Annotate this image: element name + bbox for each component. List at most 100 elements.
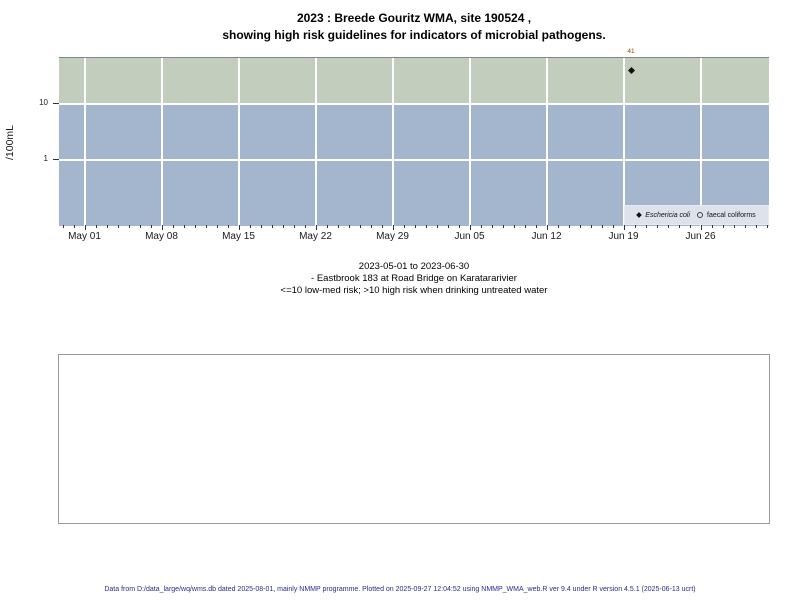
x-tick-label: May 22 (299, 231, 332, 242)
x-major-tick (316, 225, 317, 230)
x-minor-tick (404, 225, 405, 228)
x-major-tick (470, 225, 471, 230)
x-major-tick (393, 225, 394, 230)
x-minor-tick (668, 225, 669, 228)
x-minor-tick (767, 225, 768, 228)
chart-title-line1: 2023 : Breede Gouritz WMA, site 190524 , (29, 10, 799, 27)
x-minor-tick (503, 225, 504, 228)
x-tick-label: May 08 (145, 231, 178, 242)
x-minor-tick (481, 225, 482, 228)
x-major-tick (701, 225, 702, 230)
open-circle-icon (697, 212, 703, 218)
vertical-gridline (84, 58, 86, 226)
x-minor-tick (415, 225, 416, 228)
x-minor-tick (63, 225, 64, 228)
x-minor-tick (448, 225, 449, 228)
x-minor-tick (459, 225, 460, 228)
x-minor-tick (690, 225, 691, 228)
empty-second-panel (58, 354, 770, 524)
x-major-tick (85, 225, 86, 230)
x-minor-tick (173, 225, 174, 228)
x-minor-tick (250, 225, 251, 228)
x-minor-tick (756, 225, 757, 228)
x-tick-label: Jun 19 (608, 231, 638, 242)
x-minor-tick (613, 225, 614, 228)
gridline-y10 (59, 103, 769, 105)
legend-label-ecoli: Eschericia coli (645, 212, 690, 219)
legend: Eschericia coli faecal coliforms (624, 205, 769, 225)
vertical-gridline (238, 58, 240, 226)
x-minor-tick (360, 225, 361, 228)
x-minor-tick (635, 225, 636, 228)
legend-entry-ecoli: Eschericia coli (637, 212, 690, 219)
high-risk-band (59, 58, 769, 104)
chart-panel (59, 57, 769, 226)
chart-title-line2: showing high risk guidelines for indicat… (29, 27, 799, 44)
x-minor-tick (437, 225, 438, 228)
x-minor-tick (569, 225, 570, 228)
x-minor-tick (195, 225, 196, 228)
x-minor-tick (723, 225, 724, 228)
x-major-tick (547, 225, 548, 230)
vertical-gridline (623, 58, 625, 226)
chart-caption: 2023-05-01 to 2023-06-30 - Eastbrook 183… (29, 261, 799, 297)
x-minor-tick (558, 225, 559, 228)
vertical-gridline (161, 58, 163, 226)
x-minor-tick (602, 225, 603, 228)
x-minor-tick (646, 225, 647, 228)
x-minor-tick (96, 225, 97, 228)
x-minor-tick (272, 225, 273, 228)
chart-title: 2023 : Breede Gouritz WMA, site 190524 ,… (29, 10, 799, 44)
x-tick-label: Jun 12 (531, 231, 561, 242)
x-minor-tick (294, 225, 295, 228)
gridline-y1 (59, 159, 769, 161)
legend-entry-faecal-coliforms: faecal coliforms (697, 212, 756, 219)
x-axis: May 01 May 08 May 15 May 22 May 29 Jun 05 Jun … (0, 225, 800, 247)
x-minor-tick (679, 225, 680, 228)
plot-page: 2023 : Breede Gouritz WMA, site 190524 ,… (0, 0, 800, 600)
x-minor-tick (184, 225, 185, 228)
vertical-gridline (546, 58, 548, 226)
x-minor-tick (382, 225, 383, 228)
x-minor-tick (536, 225, 537, 228)
legend-label-faecal-coliforms: faecal coliforms (707, 212, 756, 219)
x-minor-tick (426, 225, 427, 228)
x-tick-label: May 15 (222, 231, 255, 242)
x-minor-tick (734, 225, 735, 228)
x-minor-tick (305, 225, 306, 228)
y-tick-10 (53, 103, 59, 104)
x-major-tick (239, 225, 240, 230)
x-minor-tick (338, 225, 339, 228)
x-minor-tick (492, 225, 493, 228)
x-minor-tick (327, 225, 328, 228)
x-tick-label: Jun 26 (685, 231, 715, 242)
x-minor-tick (140, 225, 141, 228)
x-minor-tick (206, 225, 207, 228)
x-minor-tick (151, 225, 152, 228)
x-minor-tick (591, 225, 592, 228)
vertical-gridline (392, 58, 394, 226)
filled-diamond-icon (636, 212, 642, 218)
x-minor-tick (580, 225, 581, 228)
x-minor-tick (525, 225, 526, 228)
x-tick-label: May 01 (68, 231, 101, 242)
y-tick-1 (53, 159, 59, 160)
x-minor-tick (217, 225, 218, 228)
data-point-value-label: 41 (627, 48, 634, 55)
footer-provenance-text: Data from D:/data_large/wq/wms.db dated … (0, 586, 800, 593)
vertical-gridline (315, 58, 317, 226)
x-minor-tick (514, 225, 515, 228)
x-minor-tick (74, 225, 75, 228)
x-major-tick (624, 225, 625, 230)
x-tick-label: May 29 (376, 231, 409, 242)
x-minor-tick (228, 225, 229, 228)
x-minor-tick (712, 225, 713, 228)
x-minor-tick (261, 225, 262, 228)
x-minor-tick (129, 225, 130, 228)
x-minor-tick (745, 225, 746, 228)
x-minor-tick (107, 225, 108, 228)
x-tick-label: Jun 05 (454, 231, 484, 242)
x-minor-tick (283, 225, 284, 228)
y-axis-title: /100mL (4, 100, 26, 185)
vertical-gridline (700, 58, 702, 226)
